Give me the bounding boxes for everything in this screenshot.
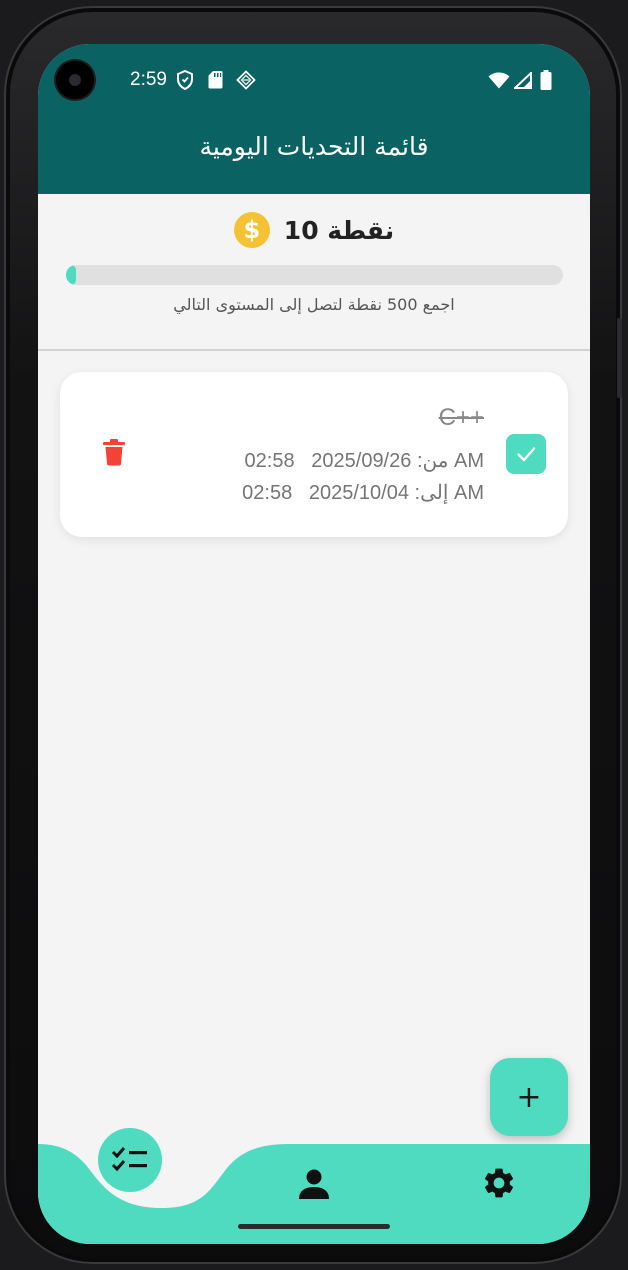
level-progress-fill (66, 265, 76, 285)
points-text: نقطة 10 (283, 215, 395, 245)
task-title: C++ (438, 404, 484, 431)
from-time: 02:58 (244, 450, 295, 472)
from-date: 2025/09/26 (311, 450, 412, 472)
profile-icon (299, 1169, 329, 1199)
bottom-navigation (38, 1128, 590, 1244)
sd-card-icon (208, 71, 223, 89)
to-time: 02:58 (242, 482, 293, 504)
shield-icon (177, 70, 193, 90)
home-indicator (238, 1224, 390, 1229)
side-button (617, 318, 622, 398)
progress-label: اجمع 500 نقطة لتصل إلى المستوى التالي (173, 295, 455, 314)
task-to-date: 02:58 2025/10/04 إلى: AM (242, 480, 484, 505)
to-date: 2025/10/04 (308, 482, 409, 504)
wifi-icon (488, 72, 510, 89)
checkmark-icon (517, 447, 536, 462)
delete-trash-icon[interactable] (102, 438, 126, 466)
phone-frame: 2:59 قائمة التحديات اليومية $ نقطة 10 اج… (4, 6, 622, 1264)
nav-settings-button[interactable] (478, 1162, 520, 1204)
battery-icon (540, 70, 552, 90)
task-card[interactable]: C++ 02:58 2025/09/26 من: AM 02:58 2025/1… (60, 372, 568, 537)
divider (38, 349, 590, 351)
tasks-list-icon (111, 1147, 147, 1172)
to-label: إلى: (414, 482, 449, 504)
from-label: من: (416, 450, 449, 472)
nav-profile-button[interactable] (294, 1164, 334, 1204)
to-ampm: AM (454, 482, 484, 504)
settings-gear-icon (484, 1168, 514, 1198)
task-from-date: 02:58 2025/09/26 من: AM (245, 448, 484, 473)
level-progress-bar (66, 265, 563, 285)
from-ampm: AM (454, 450, 484, 472)
nav-tasks-button[interactable] (98, 1128, 162, 1192)
page-title: قائمة التحديات اليومية (199, 132, 429, 161)
add-task-button[interactable]: + (490, 1058, 568, 1136)
coin-icon: $ (233, 212, 270, 248)
status-bar: 2:59 (38, 44, 590, 116)
front-camera (56, 61, 94, 99)
points-summary: $ نقطة 10 (38, 212, 590, 248)
signal-icon (514, 72, 532, 89)
vpn-diamond-icon (236, 70, 256, 90)
app-bar: 2:59 قائمة التحديات اليومية (38, 44, 590, 194)
status-time: 2:59 (130, 69, 167, 90)
task-checkbox[interactable] (506, 434, 546, 474)
app-screen: 2:59 قائمة التحديات اليومية $ نقطة 10 اج… (38, 44, 590, 1244)
